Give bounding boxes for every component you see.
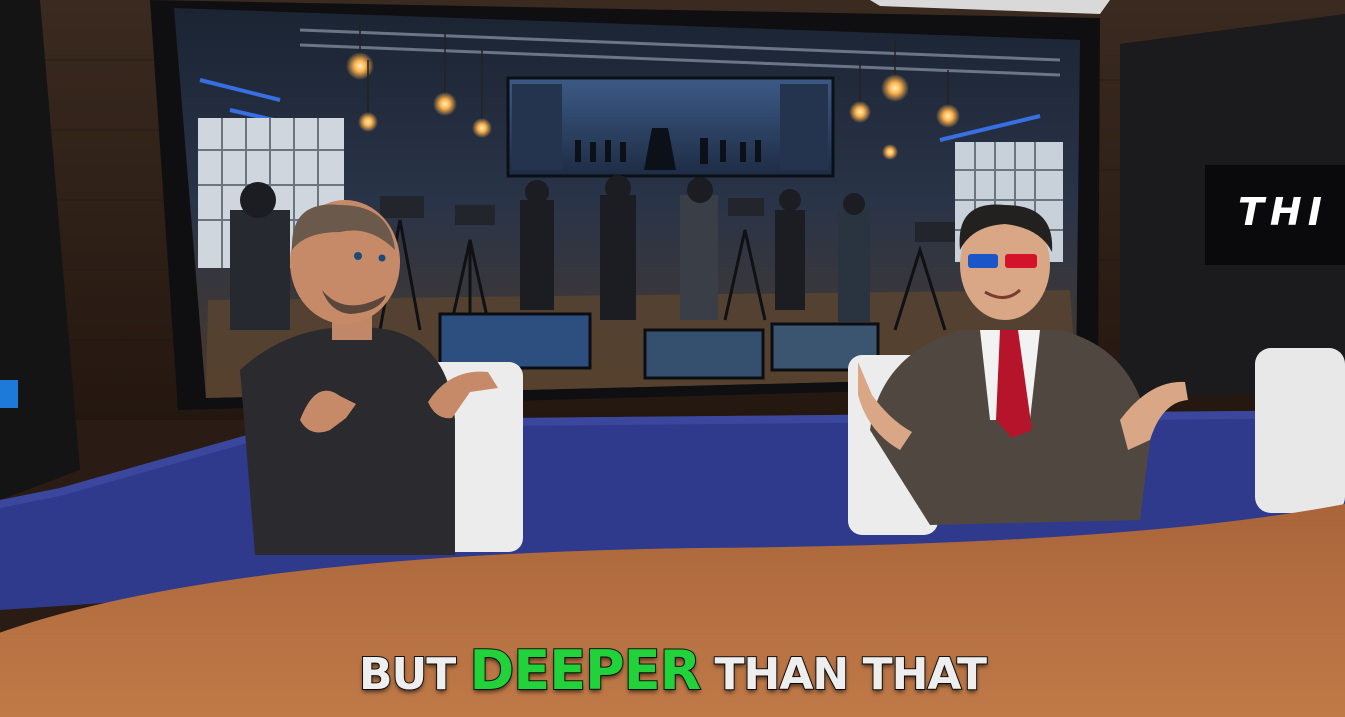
studio-logo-text: THI [1238, 190, 1328, 234]
chair-right [1255, 348, 1345, 513]
caption-word-1: BUT [358, 649, 457, 700]
left-monitor-glow [0, 380, 18, 408]
desk-monitor-1 [438, 312, 592, 370]
vr-studio-scene: THI BUT DEEPER THAN THAT [0, 0, 1345, 717]
inner-monitor-right-panel [780, 84, 828, 170]
inner-monitor-left-panel [512, 84, 562, 170]
studio-illustration [0, 0, 1345, 717]
subtitle-caption: BUT DEEPER THAN THAT [0, 639, 1345, 702]
glasses-right-lens [1005, 254, 1037, 268]
desk-monitor-2 [643, 328, 765, 380]
caption-highlight: DEEPER [469, 639, 703, 702]
caption-word-3: THAN THAT [714, 649, 989, 700]
glasses-left-lens [968, 254, 998, 268]
